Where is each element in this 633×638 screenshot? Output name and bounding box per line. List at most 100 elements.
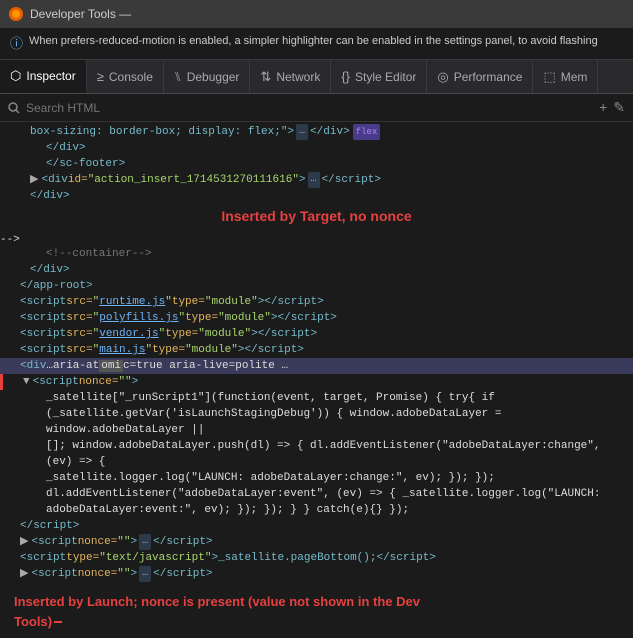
code-token: </script> <box>153 566 212 582</box>
code-token: <script <box>20 342 66 358</box>
code-line: </div> <box>0 262 633 278</box>
ellipsis-badge[interactable]: … <box>308 172 320 188</box>
tab-style-editor[interactable]: {} Style Editor <box>331 60 427 93</box>
tab-bar: ⬡ Inspector ≥ Console ⑊ Debugger ⇅ Netwo… <box>0 60 633 94</box>
style-editor-icon: {} <box>341 69 350 84</box>
tab-inspector[interactable]: ⬡ Inspector <box>0 60 87 93</box>
code-token: (_satellite.getVar('isLaunchStagingDebug… <box>46 406 629 438</box>
tab-inspector-label: Inspector <box>26 69 75 83</box>
tab-debugger-label: Debugger <box>187 70 240 84</box>
code-token: …aria-atomic=true aria-live=polite … <box>46 358 629 374</box>
code-token: type= <box>172 294 205 310</box>
code-token: id= <box>68 172 88 188</box>
expand-arrow[interactable]: ▶ <box>20 534 28 550</box>
code-token: "module" <box>205 294 258 310</box>
code-token: nonce= <box>79 374 119 390</box>
tab-memory-label: Mem <box>561 70 588 84</box>
code-line: adobeDataLayer:event:", ev); }); }); } }… <box>0 502 633 518</box>
code-token: <script <box>20 550 66 566</box>
code-line: <script type= "text/javascript" >_satell… <box>0 550 633 566</box>
code-token: > <box>131 534 138 550</box>
code-line: _satellite["_runScript1"](function(event… <box>0 390 633 406</box>
tab-console-label: Console <box>109 70 153 84</box>
code-token: "action_insert_1714531270111616" <box>88 172 299 188</box>
annotation-target: Inserted by Target, no nonce <box>0 204 633 228</box>
code-token: nonce= <box>78 534 118 550</box>
code-token: "main.js" <box>93 342 152 358</box>
code-line: <script src= "runtime.js" type= "module"… <box>0 294 633 310</box>
code-token: <script <box>20 310 66 326</box>
tab-debugger[interactable]: ⑊ Debugger <box>164 60 251 93</box>
code-line: ▶ <script nonce= "" > … </script> <box>0 566 633 582</box>
code-line: <script src= "polyfills.js" type= "modul… <box>0 310 633 326</box>
warning-bar: ⓘ When prefers-reduced-motion is enabled… <box>0 28 633 60</box>
code-token: _satellite.logger.log("LAUNCH: adobeData… <box>46 470 495 486</box>
code-line: </div> <box>0 188 633 204</box>
code-token: > <box>132 374 139 390</box>
memory-icon: ⬚ <box>543 69 555 85</box>
code-line: <script src= "vendor.js" type= "module" … <box>0 326 633 342</box>
tab-performance[interactable]: ◎ Performance <box>427 60 533 93</box>
info-icon: ⓘ <box>10 35 23 53</box>
code-token: "text/javascript" <box>99 550 211 566</box>
code-token: </div> <box>46 140 86 156</box>
code-token: <!--container--> <box>46 246 152 262</box>
code-token: <div <box>20 358 46 374</box>
code-line: ▶ <script nonce= "" > … </script> <box>0 534 633 550</box>
tab-network[interactable]: ⇅ Network <box>250 60 331 93</box>
tab-memory[interactable]: ⬚ Mem <box>533 60 598 93</box>
code-token: <script <box>31 534 77 550</box>
code-line: </app-root> <box>0 278 633 294</box>
ellipsis-badge[interactable]: … <box>139 534 151 550</box>
expand-arrow[interactable]: ▶ <box>20 566 28 582</box>
code-token: src= <box>66 342 92 358</box>
firefox-icon <box>8 6 24 22</box>
code-line: dl.addEventListener("adobeDataLayer:even… <box>0 486 633 502</box>
code-token: <div <box>41 172 67 188</box>
search-input[interactable] <box>26 101 593 115</box>
code-line: </div> <box>0 140 633 156</box>
code-token: _satellite["_runScript1"](function(event… <box>46 390 495 406</box>
title-bar: Developer Tools — <box>0 0 633 28</box>
window-title: Developer Tools — <box>30 7 131 21</box>
code-token: nonce= <box>78 566 118 582</box>
code-token: "polyfills.js" <box>93 310 185 326</box>
code-token: adobeDataLayer:event:", ev); }); }); } }… <box>46 502 409 518</box>
tab-style-editor-label: Style Editor <box>355 70 416 84</box>
add-icon[interactable]: + <box>599 99 607 116</box>
code-line: </script> <box>0 518 633 534</box>
pick-element-icon[interactable]: ✎ <box>613 99 625 116</box>
performance-icon: ◎ <box>437 69 448 85</box>
spacer <box>0 228 633 234</box>
code-token: "module" <box>198 326 251 342</box>
code-token: </script> <box>322 172 381 188</box>
code-token: </app-root> <box>20 278 93 294</box>
code-line: []; window.adobeDataLayer.push(dl) => { … <box>0 438 633 470</box>
search-bar: + ✎ <box>0 94 633 122</box>
inspector-icon: ⬡ <box>10 68 21 84</box>
ellipsis-badge[interactable]: … <box>296 124 308 140</box>
search-icon <box>8 102 20 114</box>
code-line: ▶ <div id= "action_insert_17145312701116… <box>0 172 633 188</box>
code-token: </div> <box>310 124 350 140</box>
code-token: <script <box>31 566 77 582</box>
code-token: "" <box>118 374 131 390</box>
code-token: </script> <box>153 534 212 550</box>
code-token: ></script> <box>238 342 304 358</box>
code-token: </script> <box>20 518 79 534</box>
code-token: box-sizing: border-box; display: flex;"> <box>30 124 294 140</box>
code-line: (_satellite.getVar('isLaunchStagingDebug… <box>0 406 633 438</box>
tab-console[interactable]: ≥ Console <box>87 60 164 93</box>
code-token: ></script> <box>271 310 337 326</box>
code-area: box-sizing: border-box; display: flex;">… <box>0 122 633 584</box>
code-line: box-sizing: border-box; display: flex;">… <box>0 124 633 140</box>
code-token: <script <box>33 374 79 390</box>
console-icon: ≥ <box>97 69 104 84</box>
code-token: >_satellite.pageBottom();</script> <box>211 550 435 566</box>
expand-arrow[interactable]: ▼ <box>23 374 30 390</box>
code-token: type= <box>66 550 99 566</box>
expand-arrow[interactable]: ▶ <box>30 172 38 188</box>
code-token: "module" <box>185 342 238 358</box>
ellipsis-badge[interactable]: … <box>139 566 151 582</box>
code-token: </div> <box>30 262 70 278</box>
